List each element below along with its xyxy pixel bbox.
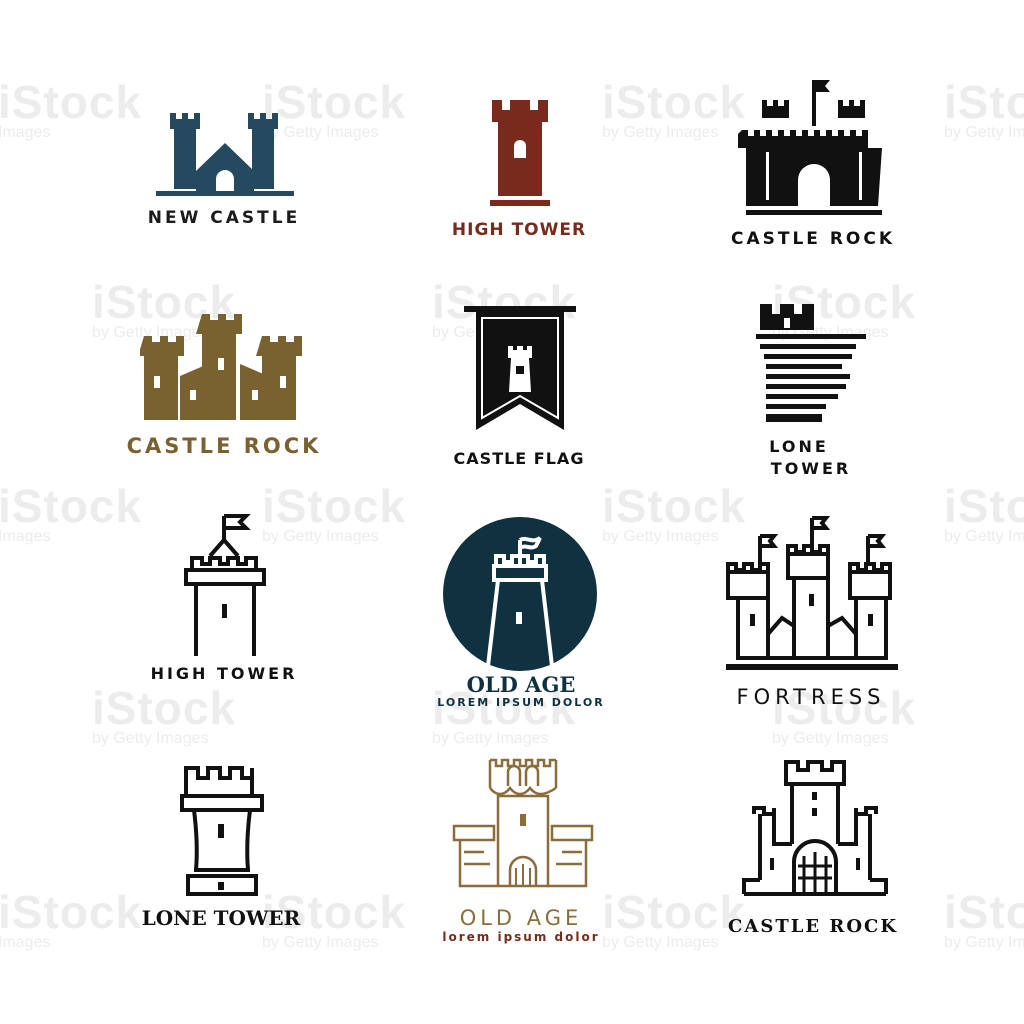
logo-title: FORTRESS xyxy=(736,685,886,709)
logo-title: CASTLE ROCK xyxy=(126,434,322,458)
watermark: iStockby Getty Images xyxy=(602,76,747,141)
logo-title: LONE TOWER xyxy=(141,906,301,930)
watermark: iStockby Getty Images xyxy=(602,886,747,951)
castle-two-towers-icon xyxy=(156,113,294,196)
watermark: iStockby Getty Images xyxy=(944,886,1024,951)
watermark: iStock Images xyxy=(0,76,143,141)
logo-subtitle: lorem ipsum dolor xyxy=(442,930,600,944)
watermark: iStock Images xyxy=(0,480,143,545)
logo-title: CASTLE ROCK xyxy=(728,916,898,937)
logo-title: OLD AGE xyxy=(466,672,576,697)
logo-title: NEW CASTLE xyxy=(147,208,301,228)
logo-title: LONE xyxy=(769,437,829,456)
logo-title: HIGH TOWER xyxy=(451,220,587,240)
logo-subtitle: LOREM IPSUM DOLOR xyxy=(437,696,605,709)
gothic-castle-icon xyxy=(452,758,594,888)
rook-outline-icon xyxy=(180,766,264,896)
logo-title: OLD AGE xyxy=(459,906,583,930)
flag-tower-outline-icon xyxy=(184,514,266,656)
logo-sheet: iStock Images iStock by Getty Images iStoc… xyxy=(0,0,1024,1024)
castle-portcullis-icon xyxy=(742,760,888,896)
watermark: iStock Images xyxy=(0,886,143,951)
circle-tower-icon xyxy=(443,517,597,671)
watermark: iStockby Getty Images xyxy=(944,76,1024,141)
castle-flag-gate-icon xyxy=(738,80,882,215)
fortress-outline-icon xyxy=(726,516,898,670)
watermark: iStockby Getty Images xyxy=(262,480,407,545)
watermark: iStockby Getty Images xyxy=(92,682,237,747)
logo-title: HIGH TOWER xyxy=(150,664,298,683)
rook-tower-icon xyxy=(490,100,550,206)
castle-battlements-icon xyxy=(140,314,302,420)
watermark: iStockby Getty Images xyxy=(944,480,1024,545)
logo-title: CASTLE FLAG xyxy=(453,449,585,468)
banner-tower-icon xyxy=(464,306,576,430)
logo-title: CASTLE ROCK xyxy=(730,229,896,249)
striped-tower-icon xyxy=(756,304,866,422)
logo-title-line2: TOWER xyxy=(770,459,852,478)
